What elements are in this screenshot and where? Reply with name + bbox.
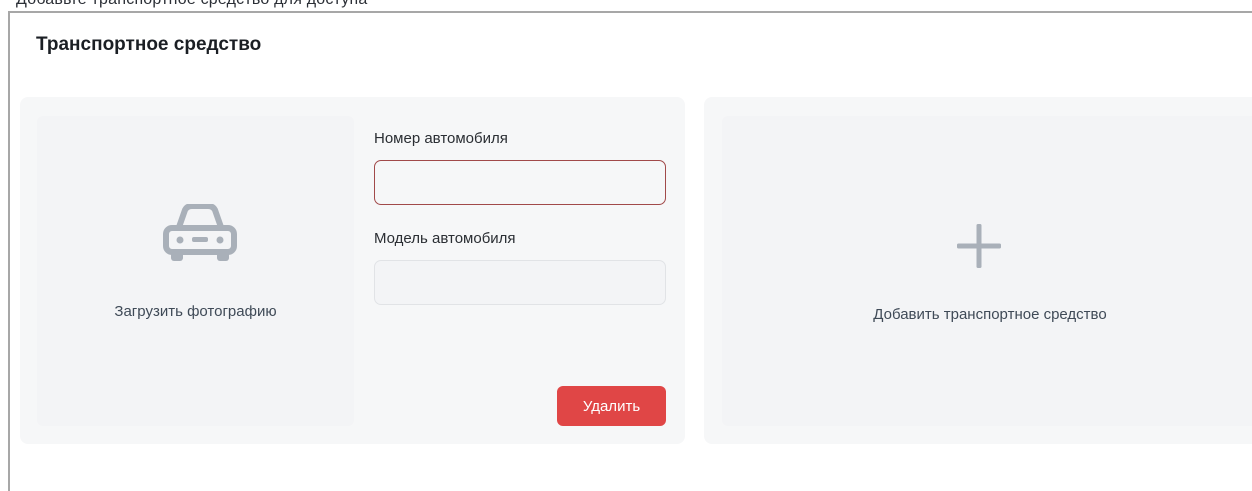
car-number-input[interactable] [374, 160, 666, 205]
top-cut-text: Добавьте транспортное средство для досту… [16, 0, 367, 9]
photo-upload-area[interactable] [37, 116, 354, 426]
car-icon [163, 204, 237, 261]
add-vehicle-inner[interactable] [722, 116, 1252, 426]
add-vehicle-label[interactable]: Добавить транспортное средство [722, 306, 1252, 323]
section-title: Транспортное средство [36, 34, 262, 55]
car-model-input[interactable] [374, 260, 666, 305]
plus-icon [957, 224, 1001, 268]
car-number-label: Номер автомобиля [374, 130, 508, 147]
upload-photo-label[interactable]: Загрузить фотографию [37, 303, 354, 320]
car-model-label: Модель автомобиля [374, 230, 516, 247]
delete-button[interactable]: Удалить [557, 386, 666, 426]
